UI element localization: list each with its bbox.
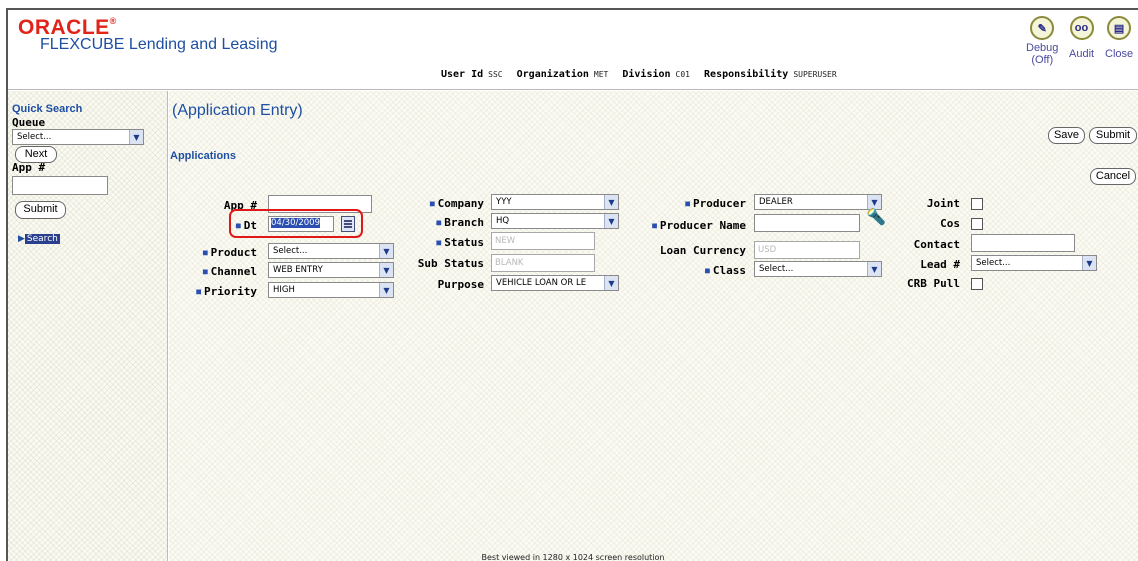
company-select[interactable]: YYY ▼ xyxy=(491,194,619,210)
cancel-button[interactable]: Cancel xyxy=(1090,168,1136,185)
channel-label: ■ Channel xyxy=(202,265,257,278)
channel-select[interactable]: WEB ENTRY ▼ xyxy=(268,262,394,278)
submit-button[interactable]: Submit xyxy=(1089,127,1137,144)
sub-status-label: Sub Status xyxy=(417,257,484,270)
flashlight-search-icon[interactable]: 🔦 xyxy=(866,207,886,226)
joint-checkbox[interactable] xyxy=(971,198,983,210)
section-title: Applications xyxy=(170,150,237,162)
chevron-down-icon: ▼ xyxy=(867,262,881,276)
required-icon: ■ xyxy=(202,248,208,257)
required-icon: ■ xyxy=(202,267,208,276)
branch-select[interactable]: HQ ▼ xyxy=(491,213,619,229)
queue-label: Queue xyxy=(12,116,46,129)
footer-note: Best viewed in 1280 x 1024 screen resolu… xyxy=(481,553,665,561)
chevron-down-icon: ▼ xyxy=(604,195,618,209)
contact-input[interactable] xyxy=(971,234,1075,252)
product-select[interactable]: Select... ▼ xyxy=(268,243,394,259)
crb-pull-checkbox[interactable] xyxy=(971,278,983,290)
lead-select[interactable]: Select... ▼ xyxy=(971,255,1097,271)
producer-name-input[interactable] xyxy=(754,214,860,232)
debug-icon: ✎ xyxy=(1030,16,1055,40)
chevron-down-icon: ▼ xyxy=(604,276,618,290)
priority-select[interactable]: HIGH ▼ xyxy=(268,282,394,298)
required-icon: ■ xyxy=(705,266,710,275)
priority-label: ■ Priority xyxy=(196,285,257,298)
chevron-down-icon: ▼ xyxy=(604,214,618,228)
required-icon: ■ xyxy=(436,238,442,247)
chevron-down-icon: ▼ xyxy=(379,263,393,277)
app-number-label: App # xyxy=(12,161,46,174)
audit-button[interactable]: oo Audit xyxy=(1069,16,1094,60)
required-icon: ■ xyxy=(685,199,691,208)
user-info-bar: User Id SSC Organization MET Division C01 R… xyxy=(441,69,837,80)
dt-highlight-outline xyxy=(229,209,363,238)
required-icon: ■ xyxy=(652,221,657,230)
required-icon: ■ xyxy=(429,199,435,208)
company-label: ■ Company xyxy=(429,197,484,210)
play-arrow-icon: ▶ xyxy=(18,234,25,244)
queue-select[interactable]: Select... ▼ xyxy=(12,129,144,145)
status-label: ■ Status xyxy=(436,236,484,249)
search-link[interactable]: ▶ Search xyxy=(18,234,60,244)
required-icon: ■ xyxy=(436,218,442,227)
product-label: ■ Product xyxy=(202,246,257,259)
header: ORACLE® FLEXCUBE Lending and Leasing Use… xyxy=(8,10,1138,90)
class-select[interactable]: Select... ▼ xyxy=(754,261,882,277)
crb-pull-label: CRB Pull xyxy=(907,277,960,290)
close-icon: ▤ xyxy=(1107,16,1132,40)
producer-label: ■ Producer xyxy=(685,197,746,210)
chevron-down-icon: ▼ xyxy=(379,244,393,258)
quick-search-submit-button[interactable]: Submit xyxy=(15,201,66,219)
close-button[interactable]: ▤ Close xyxy=(1105,16,1133,60)
app-window: ORACLE® FLEXCUBE Lending and Leasing Use… xyxy=(6,8,1138,561)
loan-currency-field: USD xyxy=(754,241,860,259)
status-field: NEW xyxy=(491,232,595,250)
purpose-select[interactable]: VEHICLE LOAN OR LE ▼ xyxy=(491,275,619,291)
class-label: ■ Class xyxy=(705,264,746,277)
chevron-down-icon: ▼ xyxy=(129,130,143,144)
page-title: (Application Entry) xyxy=(172,102,303,119)
loan-currency-label: Loan Currency xyxy=(659,244,746,257)
debug-button[interactable]: ✎ Debug (Off) xyxy=(1026,16,1058,66)
sub-status-field: BLANK xyxy=(491,254,595,272)
joint-label: Joint xyxy=(926,197,960,210)
cos-checkbox[interactable] xyxy=(971,218,983,230)
audit-icon: oo xyxy=(1069,16,1094,40)
branch-label: ■ Branch xyxy=(436,216,484,229)
chevron-down-icon: ▼ xyxy=(379,283,393,297)
product-name: FLEXCUBE Lending and Leasing xyxy=(40,36,278,53)
cos-label: Cos xyxy=(940,217,960,230)
purpose-label: Purpose xyxy=(437,278,484,291)
quick-search-title: Quick Search xyxy=(12,103,83,115)
required-icon: ■ xyxy=(196,287,202,296)
producer-name-label: ■ Producer Name xyxy=(652,219,746,232)
lead-label: Lead # xyxy=(920,258,960,271)
quick-search-panel: Quick Search Queue Select... ▼ Next App … xyxy=(8,91,168,561)
application-entry-panel: (Application Entry) Applications Save Su… xyxy=(169,91,1138,561)
chevron-down-icon: ▼ xyxy=(1082,256,1096,270)
contact-label: Contact xyxy=(913,238,960,251)
producer-select[interactable]: DEALER ▼ xyxy=(754,194,882,210)
save-button[interactable]: Save xyxy=(1048,127,1085,144)
app-number-input[interactable] xyxy=(12,176,108,195)
